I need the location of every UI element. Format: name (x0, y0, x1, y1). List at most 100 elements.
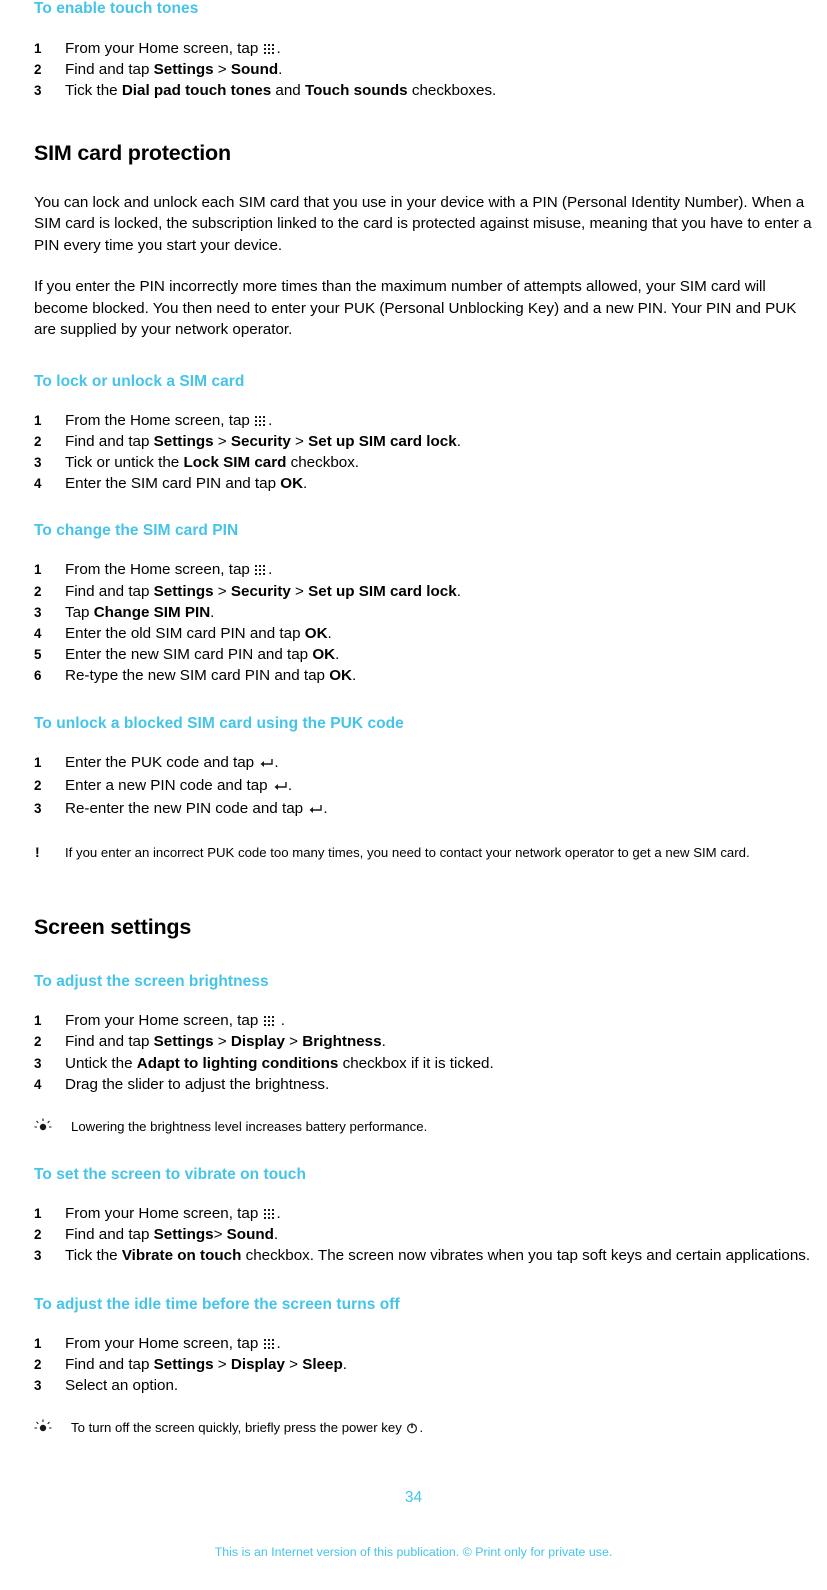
paragraph-sim-protection-2: If you enter the PIN incorrectly more ti… (34, 278, 797, 339)
step-number: 3 (34, 1248, 42, 1264)
list-item: 3 Tap Change SIM PIN. (34, 602, 818, 623)
step-number: 2 (34, 583, 42, 599)
list-item: 1 From the Home screen, tap . (34, 410, 818, 431)
power-key-icon (406, 1420, 418, 1439)
step-text: Untick the Adapt to lighting conditions … (65, 1055, 494, 1072)
ui-label: Settings (153, 1033, 214, 1051)
step-text-fragment: . (335, 646, 340, 664)
step-text-fragment: checkbox if it is ticked. (338, 1054, 494, 1072)
step-text-fragment: . (456, 582, 461, 600)
list-item: 2 Find and tap Settings > Security > Set … (34, 581, 818, 602)
list-item: 3 Tick or untick the Lock SIM card checkb… (34, 452, 818, 473)
step-text-fragment: Find and tap (65, 61, 154, 79)
ui-label: OK (329, 667, 353, 685)
step-text-fragment: Find and tap (65, 1033, 154, 1051)
list-item: 1 Enter the PUK code and tap . (34, 752, 818, 775)
step-number: 1 (34, 754, 42, 770)
step-text: Tick the Dial pad touch tones and Touch … (65, 82, 496, 99)
step-text-post: . (268, 561, 273, 579)
step-text-fragment: and (271, 82, 305, 100)
ui-label: Lock SIM card (183, 454, 287, 472)
step-text-fragment: . (210, 603, 215, 621)
list-item: 2 Find and tap Settings > Display > Sleep… (34, 1354, 818, 1375)
list-item: 4 Drag the slider to adjust the brightnes… (34, 1074, 818, 1095)
step-text-fragment: checkboxes. (407, 82, 497, 100)
step-text: Tap Change SIM PIN. (65, 604, 214, 621)
step-text-post: . (274, 753, 279, 771)
step-text-fragment: > (213, 1226, 227, 1244)
step-number: 2 (34, 62, 42, 78)
step-text-fragment: > (213, 61, 231, 79)
step-text-fragment: Enter the old SIM card PIN and tap (65, 625, 305, 643)
step-text-post: . (276, 1334, 281, 1352)
heading-adjust-brightness: To adjust the screen brightness (34, 973, 269, 991)
app-grid-icon (255, 415, 267, 426)
manual-page: To enable touch tones 1 From your Home sc… (0, 0, 827, 1590)
list-item: 2 Find and tap Settings> Sound. (34, 1224, 818, 1245)
steps-enable-touch-tones: 1 From your Home screen, tap . 2 Find and … (34, 38, 818, 102)
step-number: 1 (34, 1013, 42, 1029)
step-number: 3 (34, 455, 42, 471)
enter-key-icon (273, 777, 287, 798)
step-text-fragment: Find and tap (65, 1226, 154, 1244)
step-number: 4 (34, 626, 42, 642)
step-text-fragment: Untick the (65, 1054, 137, 1072)
step-text-post: . (276, 1205, 281, 1223)
step-text-post: . (323, 800, 328, 818)
list-item: 2 Find and tap Settings > Sound. (34, 59, 818, 80)
step-text: From your Home screen, tap (65, 1334, 263, 1352)
app-grid-icon (263, 43, 276, 54)
step-text: From the Home screen, tap (65, 561, 255, 579)
list-item: 2 Find and tap Settings > Security > Set … (34, 431, 818, 452)
ui-label: Touch sounds (304, 82, 408, 100)
step-number: 3 (34, 1378, 42, 1394)
step-number: 1 (34, 1335, 42, 1351)
step-text-fragment: Enter the new SIM card PIN and tap (65, 646, 313, 664)
step-number: 1 (34, 412, 42, 428)
step-text-post: . (287, 776, 293, 794)
page-number: 34 (404, 1489, 423, 1506)
ui-label: Sound (226, 1226, 274, 1244)
step-text: From the Home screen, tap (65, 411, 255, 429)
heading-sim-card-protection: SIM card protection (34, 140, 231, 165)
steps-unlock-blocked-sim: 1 Enter the PUK code and tap . 2 Enter a n… (34, 752, 818, 822)
steps-change-sim-pin: 1 From the Home screen, tap . 2 Find and t… (34, 559, 818, 686)
heading-vibrate-on-touch: To set the screen to vibrate on touch (34, 1166, 306, 1184)
ui-label: Vibrate on touch (121, 1247, 242, 1265)
ui-label: Settings (153, 1226, 214, 1244)
step-text: From your Home screen, tap (65, 1012, 263, 1030)
step-text-fragment: > (213, 1033, 231, 1051)
ui-label: Dial pad touch tones (121, 82, 272, 100)
page-content: To enable touch tones 1 From your Home sc… (34, 0, 818, 1439)
tip-power-key: To turn off the screen quickly, briefly … (34, 1418, 818, 1439)
step-text: Find and tap Settings > Display > Bright… (65, 1033, 386, 1050)
steps-lock-unlock-sim: 1 From the Home screen, tap . 2 Find and t… (34, 410, 818, 495)
app-grid-icon (263, 1338, 276, 1349)
step-text-fragment: . (303, 475, 308, 493)
step-text-fragment: . (381, 1033, 386, 1051)
step-text-fragment: > (284, 1033, 303, 1051)
ui-label: Change SIM PIN (93, 603, 211, 621)
step-text-fragment: . (352, 667, 357, 685)
step-text: From your Home screen, tap (65, 1205, 263, 1223)
heading-screen-settings: Screen settings (34, 915, 192, 940)
tip-text: Lowering the brightness level increases … (71, 1119, 428, 1135)
step-text-fragment: > (213, 582, 231, 600)
step-number: 3 (34, 83, 42, 99)
step-text: Re-enter the new PIN code and tap (65, 800, 308, 818)
step-number: 2 (34, 777, 42, 793)
paragraph-sim-protection-1: You can lock and unlock each SIM card th… (34, 193, 812, 254)
step-text-fragment: Tick the (65, 1247, 122, 1265)
step-text-fragment: Tap (65, 603, 94, 621)
step-text-fragment: Enter the SIM card PIN and tap (65, 475, 281, 493)
step-text-post: . (276, 1012, 285, 1030)
step-text: Find and tap Settings > Security > Set u… (65, 433, 461, 450)
step-text-fragment: > (213, 1355, 231, 1373)
ui-label: Set up SIM card lock (308, 582, 457, 600)
app-grid-icon (263, 1208, 276, 1220)
step-text-fragment: checkbox. (286, 454, 360, 472)
note-puk-code: ! If you enter an incorrect PUK code too … (34, 843, 818, 862)
step-text: Enter the old SIM card PIN and tap OK. (65, 625, 332, 642)
list-item: 3 Tick the Vibrate on touch checkbox. The… (34, 1245, 818, 1266)
tip-text-post: . (419, 1420, 424, 1436)
